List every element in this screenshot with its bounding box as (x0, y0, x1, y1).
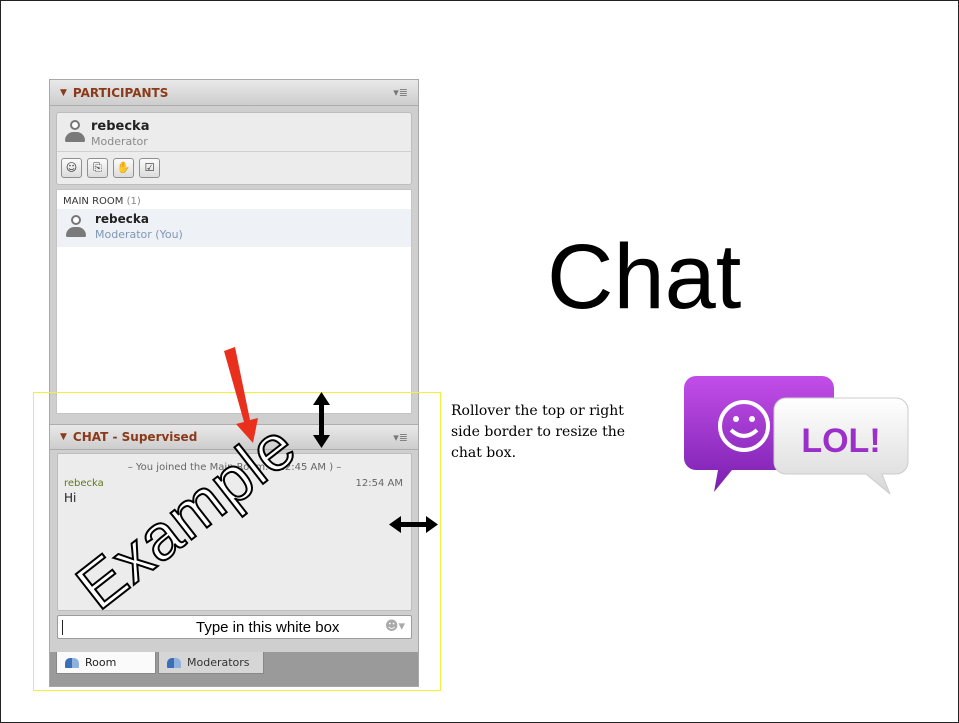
slide-title: Chat (547, 226, 742, 328)
horizontal-resize-arrow-icon (389, 516, 438, 533)
logo-text: LOL! (801, 422, 880, 460)
vertical-resize-arrow-icon (313, 392, 330, 448)
annotation-arrows (224, 347, 438, 533)
resize-instruction: Rollover the top or right side border to… (451, 403, 626, 461)
lol-chat-logo-icon: LOL! (684, 376, 909, 495)
red-arrow-icon (224, 347, 258, 443)
